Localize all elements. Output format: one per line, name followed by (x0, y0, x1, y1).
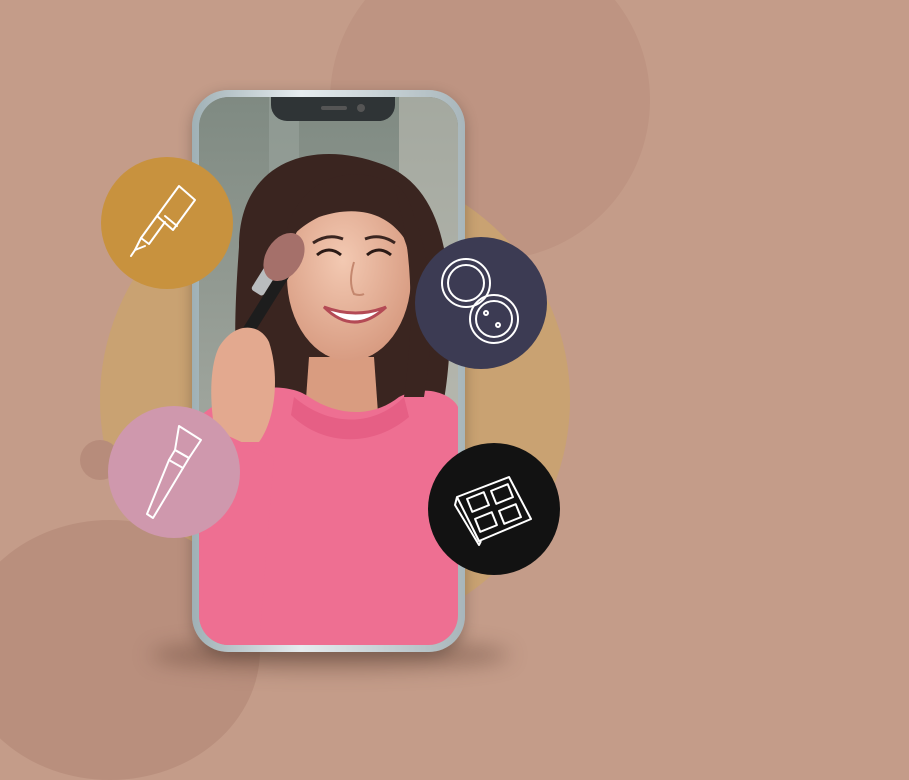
lip-gloss-badge (101, 157, 233, 289)
phone-notch (271, 97, 395, 121)
lip-gloss-icon (130, 185, 196, 257)
speaker-grille (321, 106, 347, 110)
smartphone (192, 90, 465, 652)
eyeshadow-palette-badge (428, 443, 560, 575)
front-camera (357, 104, 365, 112)
eyeshadow-palette-icon (454, 476, 532, 546)
compact-powder-badge (415, 237, 547, 369)
makeup-brush-badge (108, 406, 240, 538)
makeup-brush-icon (146, 425, 202, 519)
phone-screen (199, 97, 458, 645)
compact-powder-icon (441, 258, 519, 344)
woman-photo (199, 97, 458, 645)
